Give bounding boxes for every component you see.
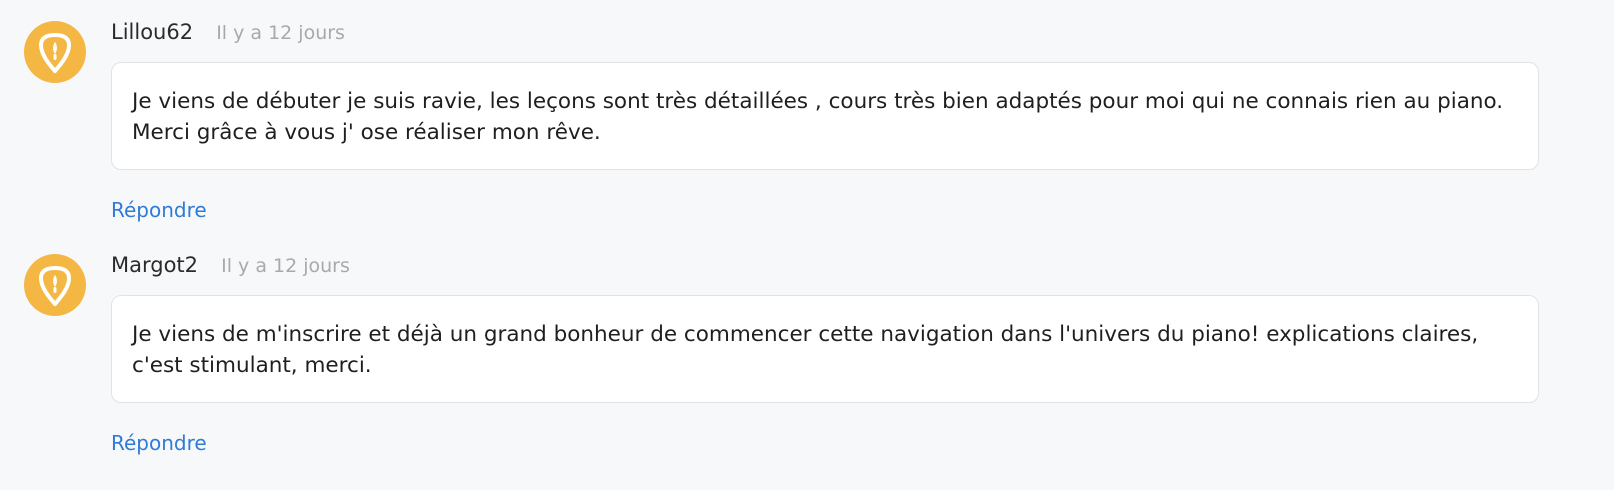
author-name[interactable]: Lillou62 xyxy=(111,20,193,44)
avatar[interactable] xyxy=(24,254,86,316)
reply-link[interactable]: Répondre xyxy=(111,431,207,455)
comment-body: Je viens de débuter je suis ravie, les l… xyxy=(111,62,1539,170)
guitar-pick-logo-icon xyxy=(39,266,71,306)
avatar[interactable] xyxy=(24,21,86,83)
comments-list: Lillou62 Il y a 12 jours Je viens de déb… xyxy=(0,0,1614,490)
author-name[interactable]: Margot2 xyxy=(111,253,198,277)
comment-header: Lillou62 Il y a 12 jours xyxy=(111,20,345,48)
comment-timestamp: Il y a 12 jours xyxy=(221,255,350,277)
comment-body: Je viens de m'inscrire et déjà un grand … xyxy=(111,295,1539,403)
reply-link[interactable]: Répondre xyxy=(111,198,207,222)
comment-timestamp: Il y a 12 jours xyxy=(216,22,345,44)
guitar-pick-logo-icon xyxy=(39,33,71,73)
comment-header: Margot2 Il y a 12 jours xyxy=(111,253,350,281)
